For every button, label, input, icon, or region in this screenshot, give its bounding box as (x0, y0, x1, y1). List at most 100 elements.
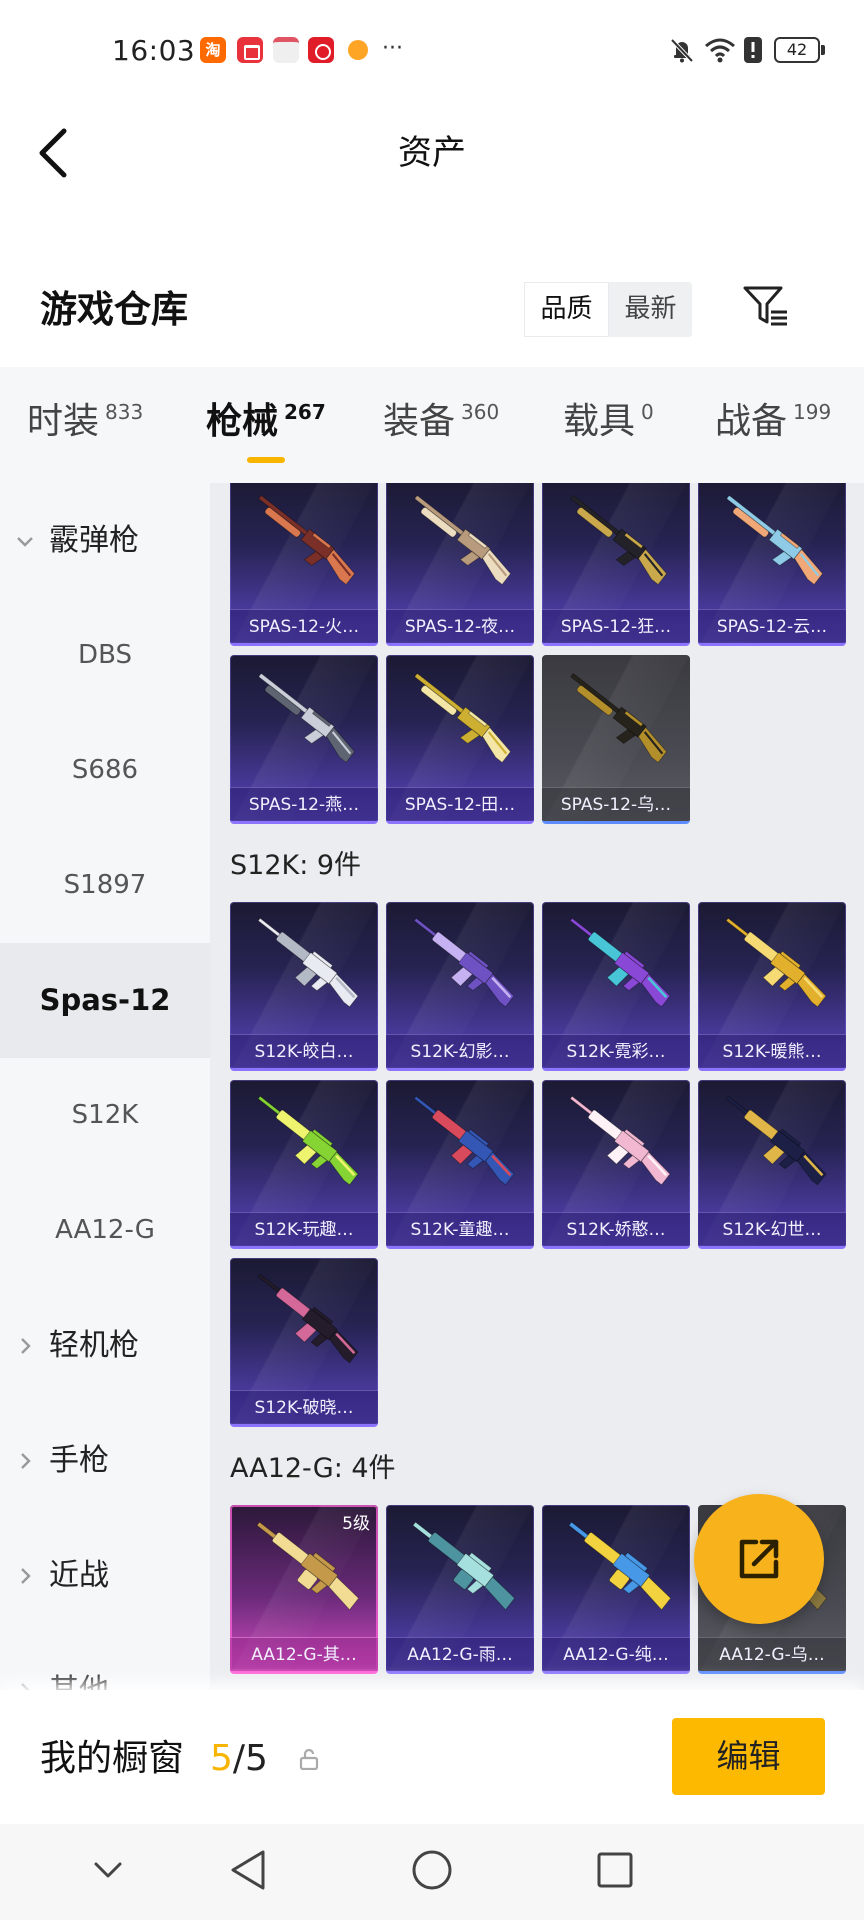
item-card[interactable]: S12K-霓彩… (542, 902, 690, 1071)
item-name: SPAS-12-乌… (542, 787, 690, 821)
tab-firearms[interactable]: 枪械 267 (206, 397, 326, 447)
rifle-icon (257, 1095, 359, 1186)
rifle-icon (569, 1095, 671, 1186)
rifle-icon (257, 1273, 359, 1364)
tab-label: 载具 (563, 401, 636, 442)
active-tab-indicator (247, 457, 285, 463)
tab-count: 833 (105, 400, 144, 424)
item-name: S12K-幻世… (698, 1212, 846, 1246)
sidebar-item-s1897[interactable]: S1897 (0, 828, 210, 943)
rifle-icon (257, 917, 359, 1008)
shotgun-icon (726, 495, 824, 586)
edit-button[interactable]: 编辑 (672, 1718, 825, 1795)
more-notifications: ··· (382, 36, 403, 61)
tab-label: 枪械 (206, 401, 279, 442)
item-name: SPAS-12-燕… (230, 787, 378, 821)
item-card[interactable]: SPAS-12-狂… (542, 483, 690, 646)
item-card[interactable]: SPAS-12-云… (698, 483, 846, 646)
taobao-icon: 淘 (200, 37, 226, 63)
clock: 16:03 (112, 34, 196, 67)
sidebar-item-dbs[interactable]: DBS (0, 598, 210, 713)
item-card[interactable]: SPAS-12-燕… (230, 655, 378, 824)
sidebar-item-shotgun[interactable]: 霰弹枪 (0, 483, 210, 598)
tab-supplies[interactable]: 战备 199 (715, 397, 831, 447)
shotgun-icon (570, 673, 668, 764)
item-name: S12K-娇憨… (542, 1212, 690, 1246)
rifle-icon (725, 917, 827, 1008)
sidebar-item-aa12g[interactable]: AA12-G (0, 1173, 210, 1288)
tab-label: 战备 (715, 401, 788, 442)
battery-nub (821, 45, 825, 55)
share-float-button[interactable] (694, 1494, 824, 1624)
shotgun-icon (258, 495, 356, 586)
nav-home-icon[interactable] (411, 1849, 453, 1891)
tab-label: 装备 (383, 401, 456, 442)
showcase-bar: 我的橱窗 5/5 编辑 (0, 1690, 864, 1824)
nav-recents-icon[interactable] (596, 1851, 634, 1889)
chevron-right-icon (21, 1568, 31, 1584)
sidebar-item-label: 霰弹枪 (49, 523, 139, 558)
item-card[interactable]: SPAS-12-夜… (386, 483, 534, 646)
sidebar-item-label: S12K (71, 1100, 139, 1130)
sort-option-newest[interactable]: 最新 (609, 282, 692, 337)
item-card[interactable]: 5级 AA12-G-其… (230, 1505, 378, 1674)
item-card[interactable]: S12K-幻世… (698, 1080, 846, 1249)
sidebar-item-label: AA12-G (55, 1215, 155, 1245)
showcase-total: /5 (232, 1738, 268, 1779)
showcase-count: 5 (210, 1738, 233, 1779)
item-card[interactable]: AA12-G-雨… (386, 1505, 534, 1674)
sidebar-item-melee[interactable]: 近战 (0, 1518, 210, 1633)
shotgun-icon (570, 495, 668, 586)
item-name: AA12-G-纯… (542, 1637, 690, 1671)
item-card[interactable]: SPAS-12-火… (230, 483, 378, 646)
tab-count: 0 (641, 400, 654, 424)
item-name: S12K-暖熊… (698, 1034, 846, 1068)
rifle-icon (725, 1095, 827, 1186)
item-name: SPAS-12-狂… (542, 609, 690, 643)
item-card[interactable]: SPAS-12-田… (386, 655, 534, 824)
tab-vehicles[interactable]: 载具 0 (563, 397, 654, 447)
sidebar-item-lmg[interactable]: 轻机枪 (0, 1288, 210, 1403)
sidebar-item-pistol[interactable]: 手枪 (0, 1403, 210, 1518)
item-card[interactable]: SPAS-12-乌… (542, 655, 690, 824)
item-name: S12K-破晓… (230, 1390, 378, 1424)
sidebar-item-label: Spas-12 (39, 983, 171, 1017)
item-card[interactable]: S12K-暖熊… (698, 902, 846, 1071)
showcase-summary: 我的橱窗 5/5 (40, 1736, 268, 1782)
item-name: SPAS-12-火… (230, 609, 378, 643)
sidebar-item-label: S1897 (63, 870, 147, 900)
lock-icon[interactable] (298, 1748, 320, 1770)
item-card[interactable]: S12K-皎白… (230, 902, 378, 1071)
item-card[interactable]: S12K-童趣… (386, 1080, 534, 1249)
item-card[interactable]: AA12-G-纯… (542, 1505, 690, 1674)
chevron-down-icon (17, 537, 33, 547)
item-name: AA12-G-其… (230, 1637, 378, 1671)
nav-back-icon[interactable] (228, 1848, 268, 1892)
item-name: S12K-童趣… (386, 1212, 534, 1246)
item-card[interactable]: S12K-玩趣… (230, 1080, 378, 1249)
item-card[interactable]: S12K-破晓… (230, 1258, 378, 1427)
orange-app-icon (348, 40, 368, 60)
chevron-down-icon[interactable] (92, 1856, 124, 1884)
sidebar-item-label: 手枪 (49, 1443, 109, 1478)
sort-option-quality[interactable]: 品质 (524, 282, 609, 337)
tab-count: 267 (284, 400, 326, 424)
item-card[interactable]: S12K-娇憨… (542, 1080, 690, 1249)
item-name: AA12-G-乌… (698, 1637, 846, 1671)
sidebar-item-spas12[interactable]: Spas-12 (0, 943, 210, 1058)
weapon-type-sidebar: 霰弹枪 DBS S686 S1897 Spas-12 S12K AA12-G 轻… (0, 483, 210, 1690)
tab-count: 199 (793, 400, 832, 424)
tab-equipment[interactable]: 装备 360 (383, 397, 499, 447)
group-title: S12K: 9件 (230, 850, 362, 881)
filter-icon[interactable] (741, 284, 789, 330)
red-app-icon (308, 37, 334, 63)
sidebar-item-other[interactable]: 其他 (0, 1633, 210, 1690)
rifle-icon (413, 917, 515, 1008)
tab-fashion[interactable]: 时装 833 (27, 397, 143, 447)
item-card[interactable]: S12K-幻影… (386, 902, 534, 1071)
alert-icon (744, 37, 762, 63)
item-name: S12K-玩趣… (230, 1212, 378, 1246)
item-grid: S12K-皎白… S12K-幻影… S12K-霓彩… S12K-暖熊… S12K… (230, 902, 846, 1427)
sidebar-item-s12k[interactable]: S12K (0, 1058, 210, 1173)
sidebar-item-s686[interactable]: S686 (0, 713, 210, 828)
